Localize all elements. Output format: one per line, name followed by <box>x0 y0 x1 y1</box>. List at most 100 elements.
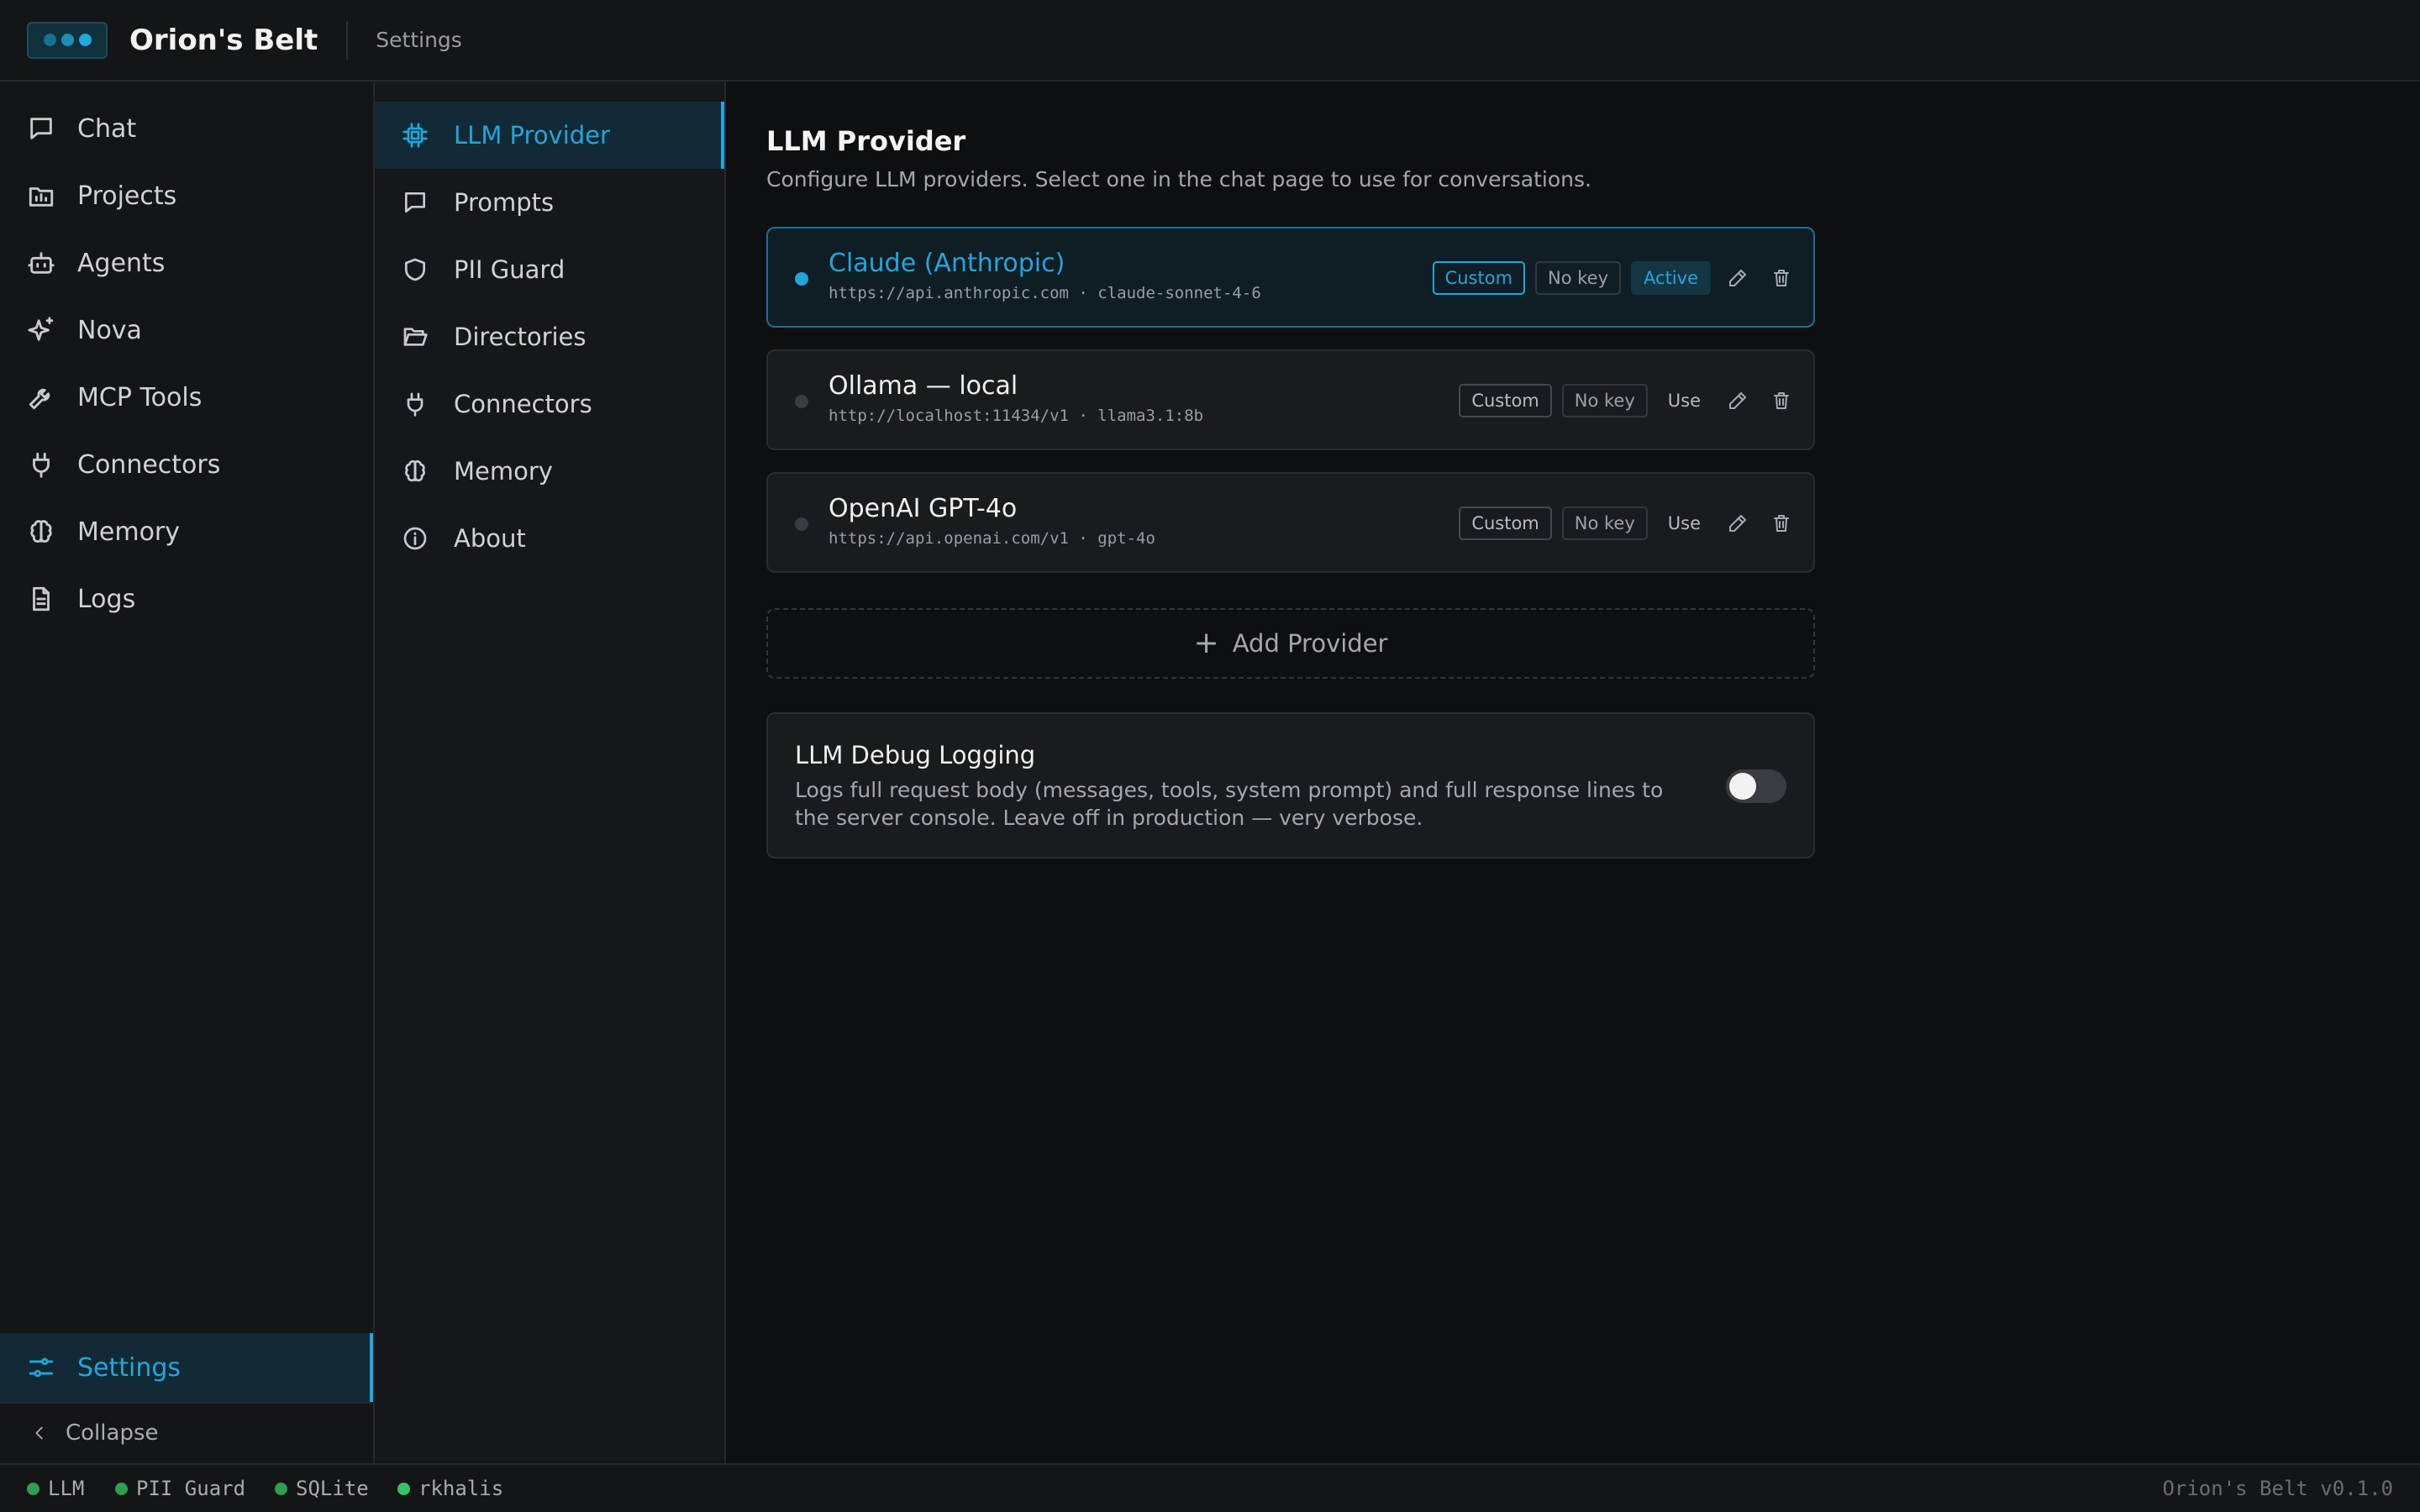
trash-icon[interactable] <box>1765 507 1798 540</box>
status-dot <box>795 517 808 531</box>
add-provider-label: Add Provider <box>1232 629 1388 658</box>
settings-nav-llm-provider[interactable]: LLM Provider <box>375 102 724 169</box>
sidebar-item-label: Logs <box>77 584 136 614</box>
settings-nav-label: About <box>454 524 526 553</box>
settings-nav-label: PII Guard <box>454 255 566 284</box>
use-button[interactable]: Use <box>1658 507 1711 540</box>
settings-nav-label: Connectors <box>454 390 592 418</box>
use-button[interactable]: Use <box>1658 384 1711 417</box>
status-pii-guard: PII Guard <box>115 1465 245 1512</box>
sidebar-item-settings[interactable]: Settings <box>0 1333 373 1402</box>
sidebar-item-label: MCP Tools <box>77 382 203 412</box>
sidebar-item-nova[interactable]: Nova <box>0 297 373 364</box>
edit-icon[interactable] <box>1721 507 1754 540</box>
debug-logging-title: LLM Debug Logging <box>795 741 1036 769</box>
sidebar: Chat Projects Agents Nova MCP Tools Conn… <box>0 81 375 1463</box>
chip-icon <box>402 122 432 149</box>
edit-icon[interactable] <box>1721 384 1754 417</box>
brain-icon <box>27 517 57 546</box>
provider-endpoint: https://api.anthropic.com · claude-sonne… <box>829 284 1261 302</box>
trash-icon[interactable] <box>1765 384 1798 417</box>
sidebar-item-agents[interactable]: Agents <box>0 229 373 297</box>
chat-icon <box>402 189 432 216</box>
app-version: Orion's Belt v0.1.0 <box>2162 1477 2393 1500</box>
provider-name: OpenAI GPT-4o <box>829 494 1018 523</box>
sidebar-item-connectors[interactable]: Connectors <box>0 431 373 498</box>
status-dot <box>397 1482 410 1495</box>
trash-icon[interactable] <box>1765 261 1798 295</box>
add-provider-button[interactable]: + Add Provider <box>766 608 1815 679</box>
provider-actions: Custom No key Active <box>1432 260 1798 296</box>
settings-nav-label: Memory <box>454 457 553 486</box>
logo-dot <box>60 34 74 46</box>
provider-actions: Custom No key Use <box>1459 506 1798 541</box>
status-dot <box>115 1482 128 1495</box>
settings-nav-memory[interactable]: Memory <box>375 438 724 505</box>
app-logo[interactable] <box>27 21 108 59</box>
sidebar-item-mcp-tools[interactable]: MCP Tools <box>0 364 373 431</box>
bot-icon <box>27 249 57 277</box>
provider-name: Claude (Anthropic) <box>829 249 1065 278</box>
settings-nav-about[interactable]: About <box>375 505 724 572</box>
settings-nav-connectors[interactable]: Connectors <box>375 370 724 438</box>
shield-icon <box>402 256 432 283</box>
status-dot <box>795 395 808 408</box>
logo-dot <box>43 34 56 46</box>
active-indicator <box>721 102 724 169</box>
status-sqlite: SQLite <box>275 1465 369 1512</box>
sidebar-item-label: Agents <box>77 248 166 278</box>
no-key-badge: No key <box>1561 384 1648 417</box>
sidebar-item-label: Connectors <box>77 449 221 480</box>
collapse-label: Collapse <box>66 1420 159 1446</box>
custom-badge: Custom <box>1459 507 1552 540</box>
settings-nav-prompts[interactable]: Prompts <box>375 169 724 236</box>
page-description: Configure LLM providers. Select one in t… <box>766 167 1591 192</box>
status-label: SQLite <box>296 1477 369 1500</box>
settings-nav-pii-guard[interactable]: PII Guard <box>375 236 724 303</box>
status-bar: LLM PII Guard SQLite rkhalis Orion's Bel… <box>0 1463 2420 1512</box>
brain-icon <box>402 458 432 485</box>
status-label: rkhalis <box>418 1477 504 1500</box>
sparkles-icon <box>27 316 57 344</box>
main-content: LLM Provider Configure LLM providers. Se… <box>728 81 2420 1463</box>
wrench-icon <box>27 383 57 412</box>
status-dot <box>795 272 808 286</box>
chevron-left-icon <box>30 1424 49 1442</box>
provider-card[interactable]: Ollama — local http://localhost:11434/v1… <box>766 349 1815 450</box>
no-key-badge: No key <box>1561 507 1648 540</box>
provider-actions: Custom No key Use <box>1459 383 1798 418</box>
breadcrumb: Settings <box>376 28 462 52</box>
settings-nav-directories[interactable]: Directories <box>375 303 724 370</box>
provider-card[interactable]: OpenAI GPT-4o https://api.openai.com/v1 … <box>766 472 1815 573</box>
collapse-button[interactable]: Collapse <box>0 1402 373 1462</box>
provider-card[interactable]: Claude (Anthropic) https://api.anthropic… <box>766 227 1815 328</box>
edit-icon[interactable] <box>1721 261 1754 295</box>
status-label: LLM <box>48 1477 85 1500</box>
custom-badge: Custom <box>1432 261 1526 295</box>
custom-badge: Custom <box>1459 384 1552 417</box>
sidebar-item-memory[interactable]: Memory <box>0 498 373 565</box>
sidebar-item-logs[interactable]: Logs <box>0 565 373 633</box>
sidebar-item-chat[interactable]: Chat <box>0 95 373 162</box>
status-dot <box>275 1482 287 1495</box>
projects-icon <box>27 181 57 210</box>
sidebar-item-projects[interactable]: Projects <box>0 162 373 229</box>
status-label: PII Guard <box>136 1477 246 1500</box>
logo-dot <box>78 34 92 46</box>
settings-nav-label: Directories <box>454 323 587 351</box>
plus-icon: + <box>1193 626 1219 660</box>
app-header: Orion's Belt Settings <box>0 0 2420 81</box>
info-icon <box>402 525 432 552</box>
status-dot <box>27 1482 39 1495</box>
plug-icon <box>27 450 57 479</box>
active-badge: Active <box>1631 261 1711 295</box>
status-user: rkhalis <box>397 1465 503 1512</box>
document-icon <box>27 585 57 613</box>
provider-endpoint: https://api.openai.com/v1 · gpt-4o <box>829 529 1155 548</box>
debug-logging-toggle[interactable] <box>1726 769 1786 803</box>
header-divider <box>346 20 349 60</box>
plug-icon <box>402 391 432 417</box>
folder-open-icon <box>402 323 432 350</box>
sidebar-item-label: Settings <box>77 1352 182 1383</box>
debug-logging-card: LLM Debug Logging Logs full request body… <box>766 712 1815 858</box>
